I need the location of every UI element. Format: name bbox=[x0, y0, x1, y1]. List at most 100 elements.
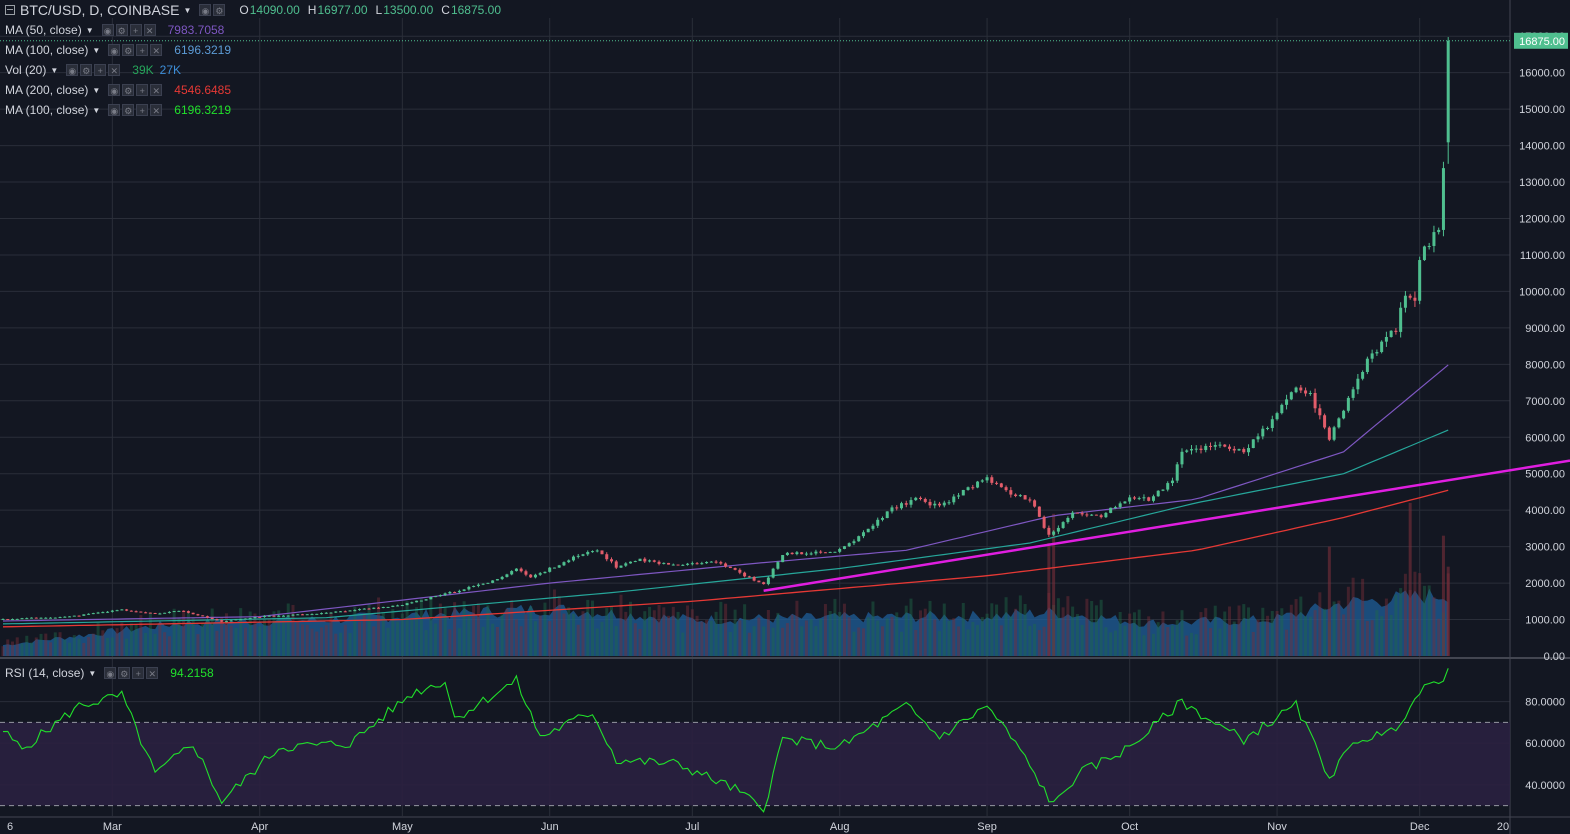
close-icon[interactable]: ✕ bbox=[108, 64, 121, 76]
volume-bar bbox=[1189, 632, 1193, 656]
eye-icon[interactable]: ◉ bbox=[108, 84, 121, 96]
indicator-label[interactable]: MA (100, close) bbox=[5, 103, 88, 117]
plus-icon[interactable]: + bbox=[129, 24, 142, 36]
volume-bar bbox=[491, 623, 495, 656]
candle-body bbox=[1199, 448, 1203, 451]
candle-body bbox=[1218, 444, 1222, 446]
chevron-down-icon[interactable]: ▼ bbox=[92, 106, 100, 115]
volume-bar bbox=[72, 635, 76, 656]
volume-bar bbox=[638, 629, 642, 656]
gear-icon[interactable]: ⚙ bbox=[80, 64, 93, 76]
volume-bar bbox=[96, 623, 100, 656]
time-axis-label: Apr bbox=[251, 821, 268, 833]
plus-icon[interactable]: + bbox=[132, 667, 145, 679]
candle-body bbox=[1299, 387, 1303, 391]
volume-bar bbox=[690, 609, 694, 656]
volume-bar bbox=[1185, 635, 1189, 656]
eye-icon[interactable]: ◉ bbox=[108, 104, 121, 116]
candle-body bbox=[1170, 480, 1174, 484]
indicator-legend-ma100[interactable]: MA (100, close) ▼ ◉ ⚙ + ✕ 6196.3219 bbox=[5, 42, 231, 58]
close-icon[interactable]: ✕ bbox=[146, 667, 159, 679]
price-chart[interactable]: 16000.00 15000.00 14000.00 13000.00 12000.00… bbox=[0, 0, 1570, 834]
chevron-down-icon[interactable]: ▼ bbox=[92, 46, 100, 55]
volume-bar bbox=[790, 614, 794, 656]
volume-bar bbox=[738, 620, 742, 656]
indicator-legend-rsi[interactable]: RSI (14, close) ▼ ◉ ⚙ + ✕ 94.2158 bbox=[5, 665, 214, 681]
indicator-label[interactable]: RSI (14, close) bbox=[5, 666, 84, 680]
indicator-value: 6196.3219 bbox=[174, 43, 232, 57]
volume-bar bbox=[524, 614, 528, 656]
gear-icon[interactable]: ⚙ bbox=[122, 44, 135, 56]
indicator-legend-ma100-2[interactable]: MA (100, close) ▼ ◉ ⚙ + ✕ 6196.3219 bbox=[5, 102, 231, 118]
indicator-label[interactable]: Vol (20) bbox=[5, 63, 46, 77]
candle-body bbox=[524, 571, 528, 575]
eye-icon[interactable]: ◉ bbox=[104, 667, 117, 679]
candle-body bbox=[396, 605, 400, 607]
plus-icon[interactable]: + bbox=[94, 64, 107, 76]
chevron-down-icon[interactable]: ▼ bbox=[183, 6, 191, 15]
volume-bar bbox=[396, 621, 400, 656]
candle-body bbox=[590, 551, 594, 553]
eye-icon[interactable]: ◉ bbox=[108, 44, 121, 56]
candle-body bbox=[938, 503, 942, 506]
volume-bar bbox=[605, 608, 609, 656]
gear-icon[interactable]: ⚙ bbox=[122, 84, 135, 96]
indicator-legend-ma50[interactable]: MA (50, close) ▼ ◉ ⚙ + ✕ 7983.7058 bbox=[5, 22, 224, 38]
volume-bar bbox=[110, 637, 114, 656]
eye-icon[interactable]: ◉ bbox=[199, 4, 212, 16]
candle-body bbox=[1004, 487, 1008, 491]
chevron-down-icon[interactable]: ▼ bbox=[86, 26, 94, 35]
gear-icon[interactable]: ⚙ bbox=[213, 4, 226, 16]
symbol-title[interactable]: BTC/USD, D, COINBASE bbox=[20, 2, 179, 18]
volume-bar bbox=[595, 628, 599, 656]
close-icon[interactable]: ✕ bbox=[150, 84, 163, 96]
volume-bar bbox=[1080, 624, 1084, 656]
candle-body bbox=[11, 619, 15, 621]
volume-bar bbox=[804, 620, 808, 656]
plus-icon[interactable]: + bbox=[136, 84, 149, 96]
eye-icon[interactable]: ◉ bbox=[101, 24, 114, 36]
eye-icon[interactable]: ◉ bbox=[66, 64, 79, 76]
volume-bar bbox=[343, 624, 347, 656]
candle-body bbox=[933, 503, 937, 506]
volume-bar bbox=[733, 609, 737, 656]
candle-body bbox=[1014, 494, 1018, 496]
close-icon[interactable]: ✕ bbox=[143, 24, 156, 36]
candle-body bbox=[581, 554, 585, 556]
gear-icon[interactable]: ⚙ bbox=[115, 24, 128, 36]
candle-body bbox=[353, 610, 357, 612]
candle-body bbox=[220, 620, 224, 622]
volume-bar bbox=[1009, 616, 1013, 656]
volume-bar bbox=[305, 624, 309, 656]
close-icon[interactable]: ✕ bbox=[150, 104, 163, 116]
candle-body bbox=[172, 611, 176, 613]
indicator-label[interactable]: MA (100, close) bbox=[5, 43, 88, 57]
indicator-label[interactable]: MA (50, close) bbox=[5, 23, 82, 37]
candle-body bbox=[53, 617, 57, 619]
volume-bar bbox=[134, 624, 138, 656]
volume-bar bbox=[1413, 571, 1417, 656]
candle-body bbox=[1327, 427, 1331, 440]
indicator-legend-ma200[interactable]: MA (200, close) ▼ ◉ ⚙ + ✕ 4546.6485 bbox=[5, 82, 231, 98]
candle-body bbox=[405, 603, 409, 606]
candle-body bbox=[890, 507, 894, 512]
chevron-down-icon[interactable]: ▼ bbox=[88, 669, 96, 678]
chevron-down-icon[interactable]: ▼ bbox=[50, 66, 58, 75]
indicator-legend-volume[interactable]: Vol (20) ▼ ◉ ⚙ + ✕ 39K 27K bbox=[5, 62, 181, 78]
chevron-down-icon[interactable]: ▼ bbox=[92, 86, 100, 95]
close-icon[interactable]: ✕ bbox=[150, 44, 163, 56]
plus-icon[interactable]: + bbox=[136, 44, 149, 56]
volume-bar bbox=[795, 600, 799, 656]
candle-body bbox=[443, 593, 447, 596]
last-price-label: 16875.00 bbox=[1519, 36, 1565, 48]
gear-icon[interactable]: ⚙ bbox=[118, 667, 131, 679]
volume-bar bbox=[971, 621, 975, 656]
volume-bar bbox=[980, 617, 984, 656]
gear-icon[interactable]: ⚙ bbox=[122, 104, 135, 116]
volume-bar bbox=[272, 611, 276, 656]
volume-bar bbox=[510, 600, 514, 656]
plus-icon[interactable]: + bbox=[136, 104, 149, 116]
indicator-label[interactable]: MA (200, close) bbox=[5, 83, 88, 97]
collapse-icon[interactable] bbox=[5, 5, 15, 15]
candle-body bbox=[49, 617, 53, 619]
